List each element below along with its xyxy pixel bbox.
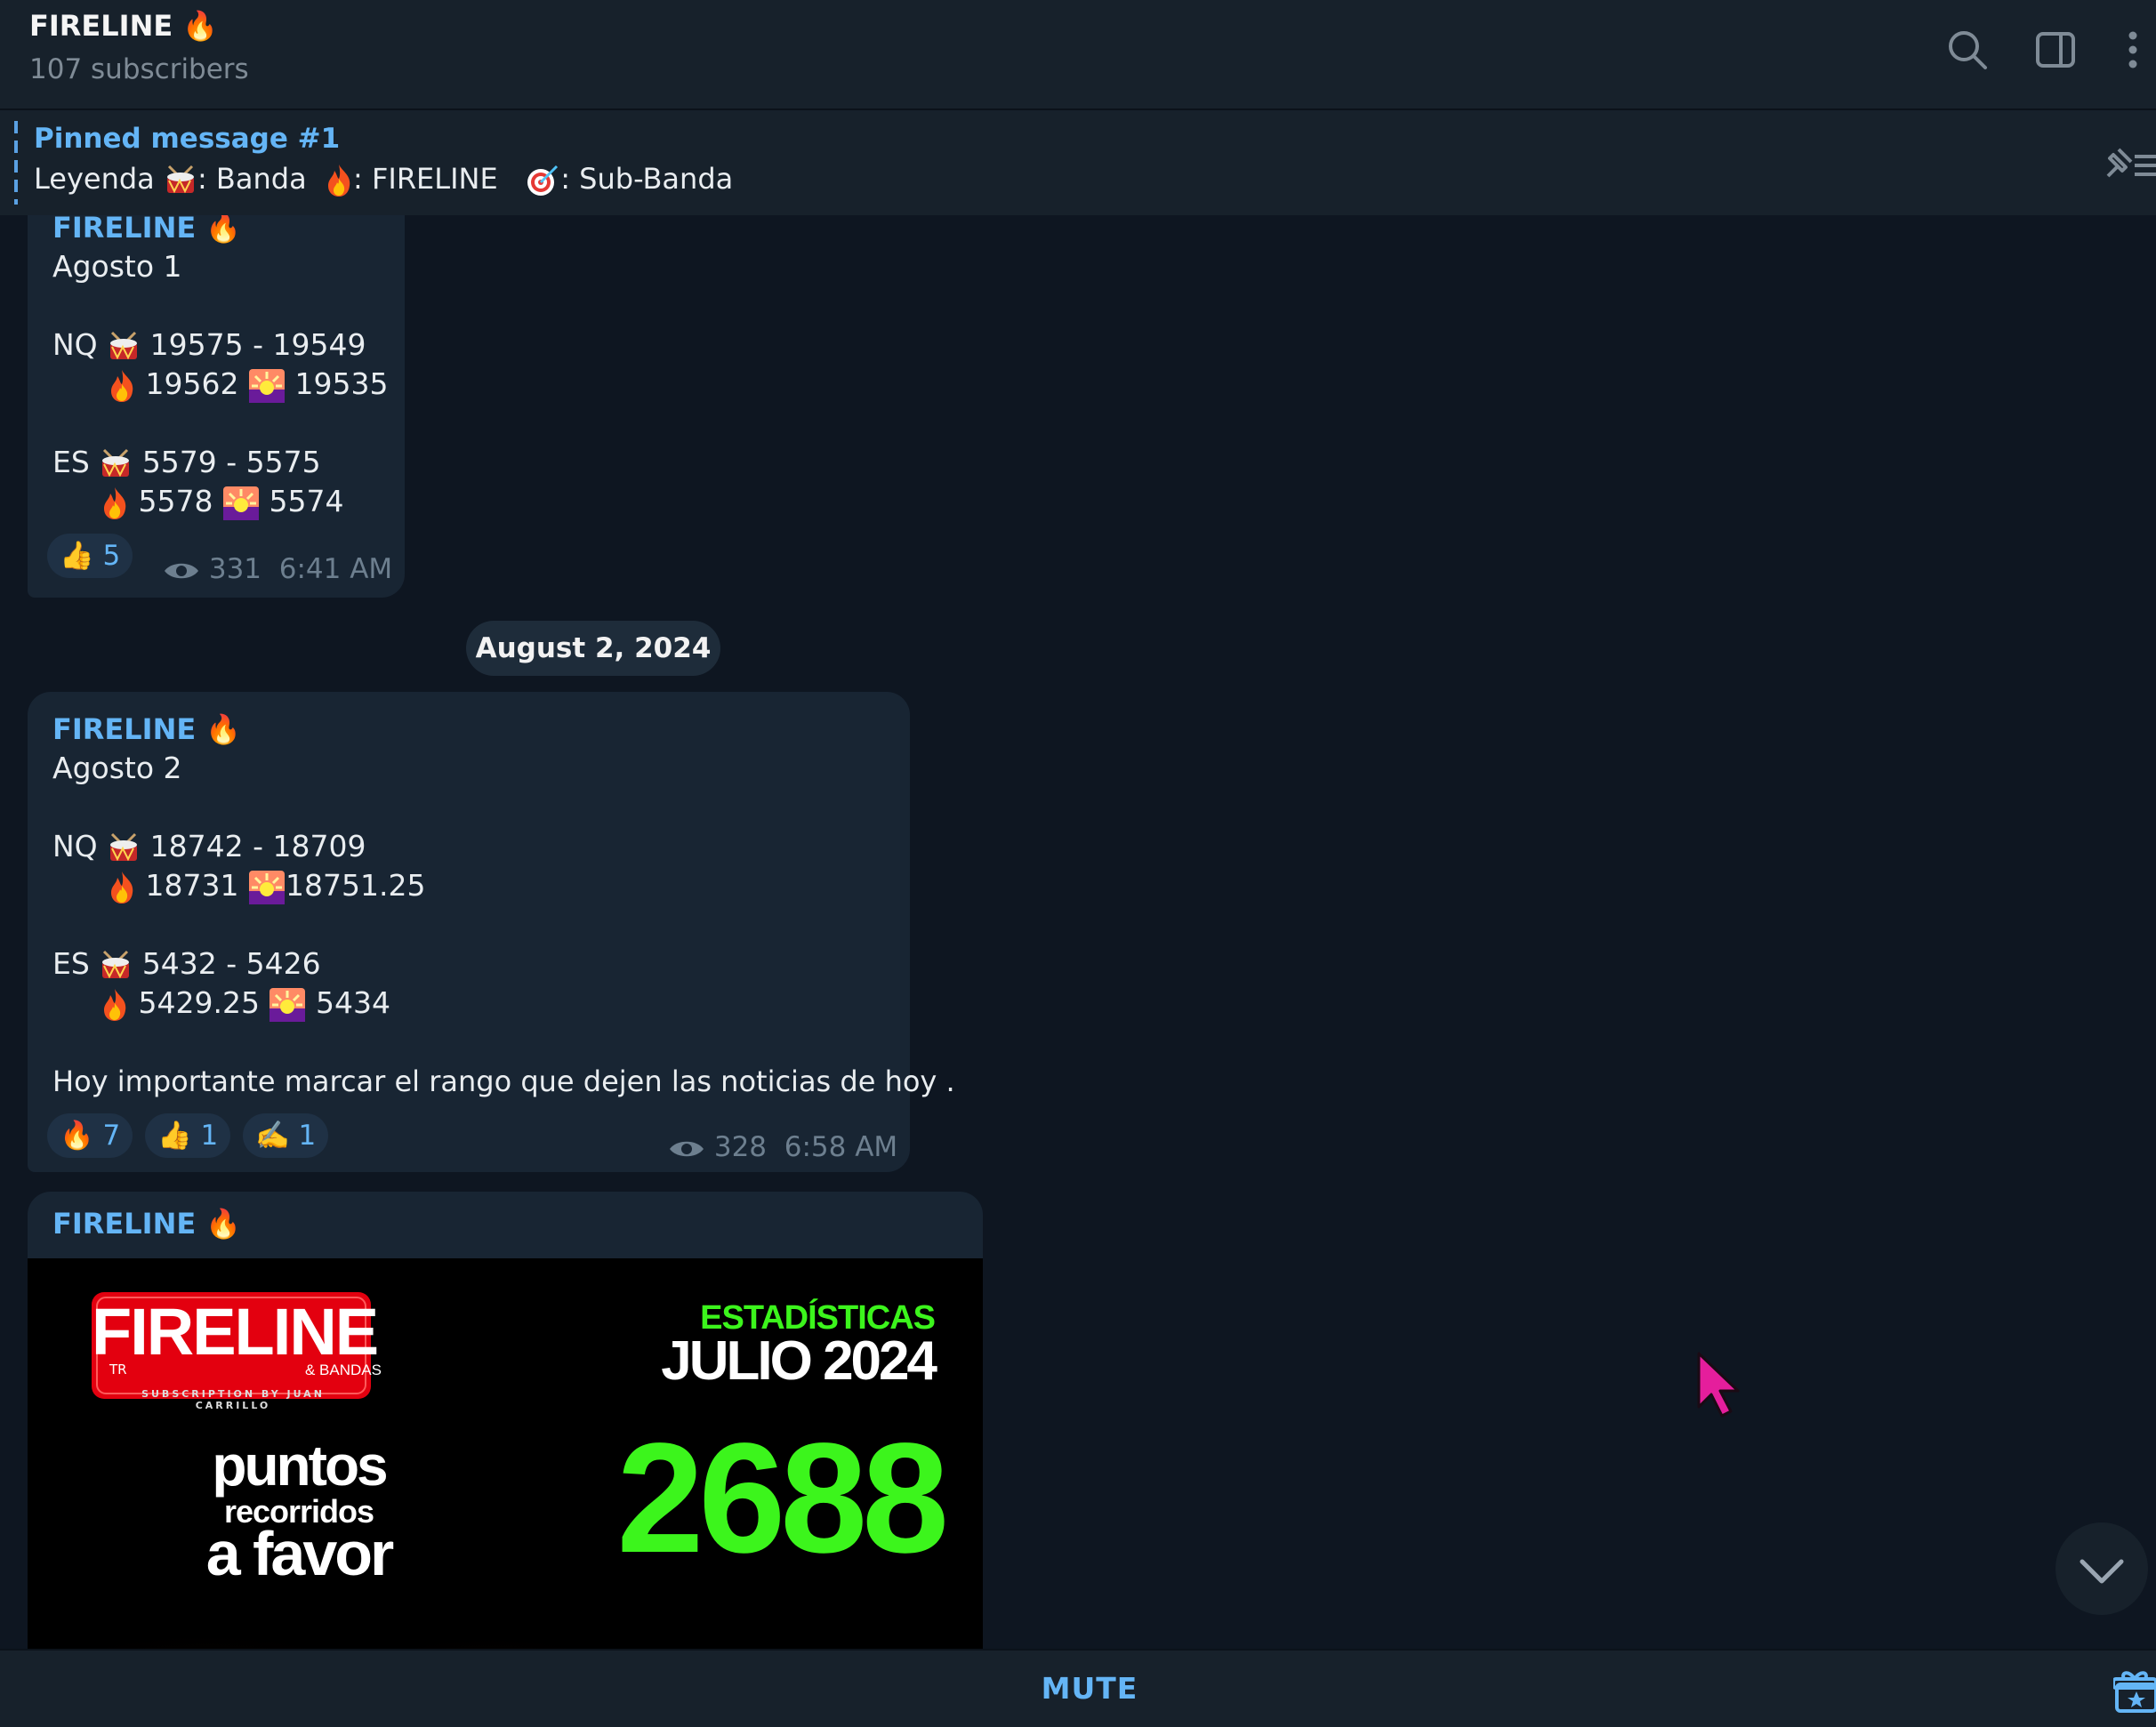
reaction-chip[interactable]: 🔥 7 [47, 1113, 133, 1158]
fire-icon [108, 368, 136, 404]
views-count: 331 [208, 553, 262, 585]
promo-line-3: a favor [205, 1519, 395, 1588]
es-burst-value: 5574 [269, 484, 344, 518]
views-eye-icon [165, 563, 198, 578]
nq-label: NQ [52, 327, 98, 362]
scroll-to-bottom-button[interactable] [2055, 1522, 2148, 1615]
drum-icon [99, 950, 133, 982]
reaction-emoji: 👍 [157, 1120, 192, 1152]
es-fire-value: 5429.25 [138, 985, 260, 1020]
date-separator[interactable]: August 2, 2024 [466, 621, 720, 676]
target-icon [525, 163, 560, 198]
channel-header: FIRELINE 🔥 107 subscribers [0, 0, 2156, 110]
fire-icon [325, 163, 353, 198]
drum-icon [99, 448, 133, 480]
reaction-chip[interactable]: 👍 5 [47, 534, 133, 578]
reaction-count: 5 [102, 540, 121, 572]
es-burst-value: 5434 [315, 985, 390, 1020]
message-time: 6:58 AM [784, 1131, 898, 1163]
mute-button[interactable]: MUTE [0, 1651, 2156, 1727]
message-date-line: Agosto 2 [52, 751, 182, 785]
reaction-emoji: 🔥 [60, 1120, 94, 1152]
channel-title[interactable]: FIRELINE 🔥 [29, 9, 218, 43]
sunrise-burst-icon [248, 368, 286, 404]
mouse-cursor-icon [1695, 1352, 1749, 1419]
nq-burst-value: 18751.25 [285, 868, 426, 903]
message-date-line: Agosto 1 [52, 249, 182, 284]
pinned-text: Leyenda : Banda : FIRELINE : Sub-Banda [34, 162, 733, 198]
logo-bandas: & BANDAS [305, 1362, 382, 1378]
nq-range: 18742 - 18709 [149, 829, 366, 864]
nq-burst-value: 19535 [294, 366, 389, 401]
message-meta: 328 6:58 AM [668, 1128, 897, 1167]
logo-main: FIRELINE [92, 1295, 379, 1369]
pinned-list-icon[interactable] [2096, 137, 2156, 190]
message-bubble[interactable]: FIRELINE 🔥 Agosto 1 NQ 19575 - 19549 195… [28, 215, 405, 598]
nq-range: 19575 - 19549 [149, 327, 366, 362]
message-sender[interactable]: FIRELINE 🔥 [52, 710, 241, 749]
drum-icon [164, 165, 197, 197]
nq-fire-value: 18731 [145, 868, 239, 903]
reaction-count: 1 [200, 1120, 219, 1152]
es-fire-value: 5578 [138, 484, 213, 518]
sidebar-toggle-icon[interactable] [2031, 25, 2080, 75]
more-options-icon[interactable] [2110, 25, 2145, 75]
pinned-subband-label: : Sub-Banda [560, 162, 734, 196]
pinned-legend-prefix: Leyenda [34, 162, 155, 196]
subscriber-count: 107 subscribers [29, 53, 249, 85]
message-sender[interactable]: FIRELINE 🔥 [52, 1204, 241, 1243]
message-sender[interactable]: FIRELINE 🔥 [52, 215, 241, 247]
logo-tr: TR [109, 1362, 127, 1378]
message-meta: 331 6:41 AM [163, 550, 392, 589]
message-time: 6:41 AM [278, 553, 393, 585]
drum-icon [107, 832, 141, 864]
reaction-chip[interactable]: ✍️ 1 [243, 1113, 329, 1158]
search-icon[interactable] [1943, 25, 1992, 75]
promo-image[interactable]: FIRELINE TR & BANDAS SUBSCRIPTION BY JUA… [28, 1258, 983, 1650]
es-label: ES [52, 445, 90, 479]
stats-month: JULIO 2024 [661, 1330, 937, 1392]
pinned-fireline-label: : FIRELINE [353, 162, 498, 196]
pinned-title: Pinned message #1 [34, 123, 341, 155]
sunrise-burst-icon [269, 987, 306, 1023]
es-range: 5432 - 5426 [141, 946, 321, 981]
fire-icon [108, 870, 136, 905]
promo-number: 2688 [616, 1411, 949, 1586]
es-label: ES [52, 946, 90, 981]
drum-icon [107, 331, 141, 363]
logo-subtitle: SUBSCRIPTION BY JUAN CARRILLO [141, 1388, 325, 1411]
promo-line-1: puntos [212, 1434, 388, 1498]
pinned-band-label: : Banda [197, 162, 307, 196]
pinned-message-bar[interactable]: Pinned message #1 Leyenda : Banda : FIRE… [0, 110, 2156, 215]
es-range: 5579 - 5575 [141, 445, 321, 479]
channel-footer: MUTE [0, 1649, 2156, 1727]
sunrise-burst-icon [222, 486, 260, 521]
reaction-chip[interactable]: 👍 1 [145, 1113, 231, 1158]
views-count: 328 [713, 1131, 768, 1163]
reaction-count: 7 [102, 1120, 121, 1152]
views-eye-icon [670, 1141, 704, 1156]
fire-icon [101, 987, 129, 1023]
chevron-down-icon [2080, 1559, 2124, 1584]
nq-fire-value: 19562 [145, 366, 239, 401]
gift-icon[interactable] [2112, 1668, 2156, 1713]
reaction-emoji: ✍️ [255, 1120, 290, 1152]
reaction-emoji: 👍 [60, 540, 94, 572]
pinned-indicator [14, 121, 18, 205]
message-note: Hoy importante marcar el rango que dejen… [52, 1064, 955, 1098]
sunrise-burst-icon [248, 870, 286, 905]
nq-label: NQ [52, 829, 98, 864]
message-bubble[interactable]: FIRELINE 🔥 Agosto 2 NQ 18742 - 18709 187… [28, 692, 955, 1172]
fire-icon [101, 486, 129, 521]
reaction-count: 1 [298, 1120, 317, 1152]
